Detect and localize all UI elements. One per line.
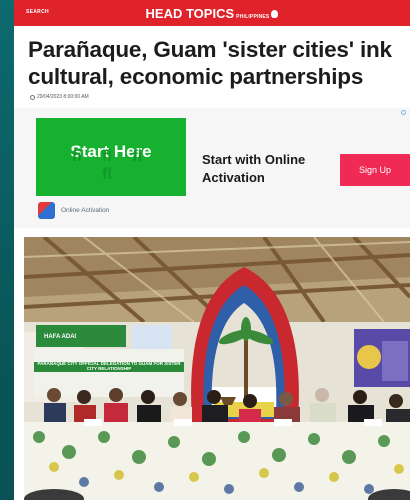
article-title: Parañaque, Guam 'sister cities' ink cult…	[28, 37, 392, 89]
clock-icon	[30, 94, 35, 100]
photo-banner-small: HAFA ADAI	[44, 334, 77, 340]
photo-banner-main: PARAÑAQUE CITY OFFICIAL DELEGATION TO GU…	[37, 361, 181, 371]
ad-advertiser[interactable]: Online Activation	[38, 202, 109, 219]
article-date: 29/04/2023 8:00:00 AM	[14, 90, 410, 104]
article-date-text: 29/04/2023 8:00:00 AM	[37, 94, 89, 100]
site-header: SEARCH HEAD TOPICS PHILIPPINES	[14, 0, 410, 26]
advertiser-name: Online Activation	[61, 207, 110, 214]
ad-banner-ghost-text: ﬁ ﬂ ﬂ ﬂ	[71, 148, 151, 183]
brand-name: HEAD TOPICS	[145, 5, 235, 21]
ad-signup-button[interactable]: Sign Up	[340, 154, 410, 186]
brand-region: PHILIPPINES	[236, 13, 270, 20]
flame-icon	[271, 9, 279, 18]
site-logo[interactable]: HEAD TOPICS PHILIPPINES	[146, 6, 279, 21]
photo-scene: HAFA ADAI PARAÑAQUE CITY OFFICIAL DELEGA…	[24, 237, 410, 500]
advertiser-logo-icon	[38, 202, 55, 219]
advertisement[interactable]: Start Here ﬁ ﬂ ﬂ ﬂ Start with Online Act…	[14, 108, 410, 228]
article-photo: HAFA ADAI PARAÑAQUE CITY OFFICIAL DELEGA…	[24, 237, 410, 500]
ad-banner[interactable]: Start Here ﬁ ﬂ ﬂ ﬂ	[36, 118, 186, 196]
article-page: SEARCH HEAD TOPICS PHILIPPINES Parañaque…	[14, 0, 410, 500]
search-link[interactable]: SEARCH	[26, 9, 49, 15]
ad-info-icon[interactable]	[401, 110, 406, 115]
ad-text[interactable]: Start with Online Activation	[202, 151, 330, 187]
